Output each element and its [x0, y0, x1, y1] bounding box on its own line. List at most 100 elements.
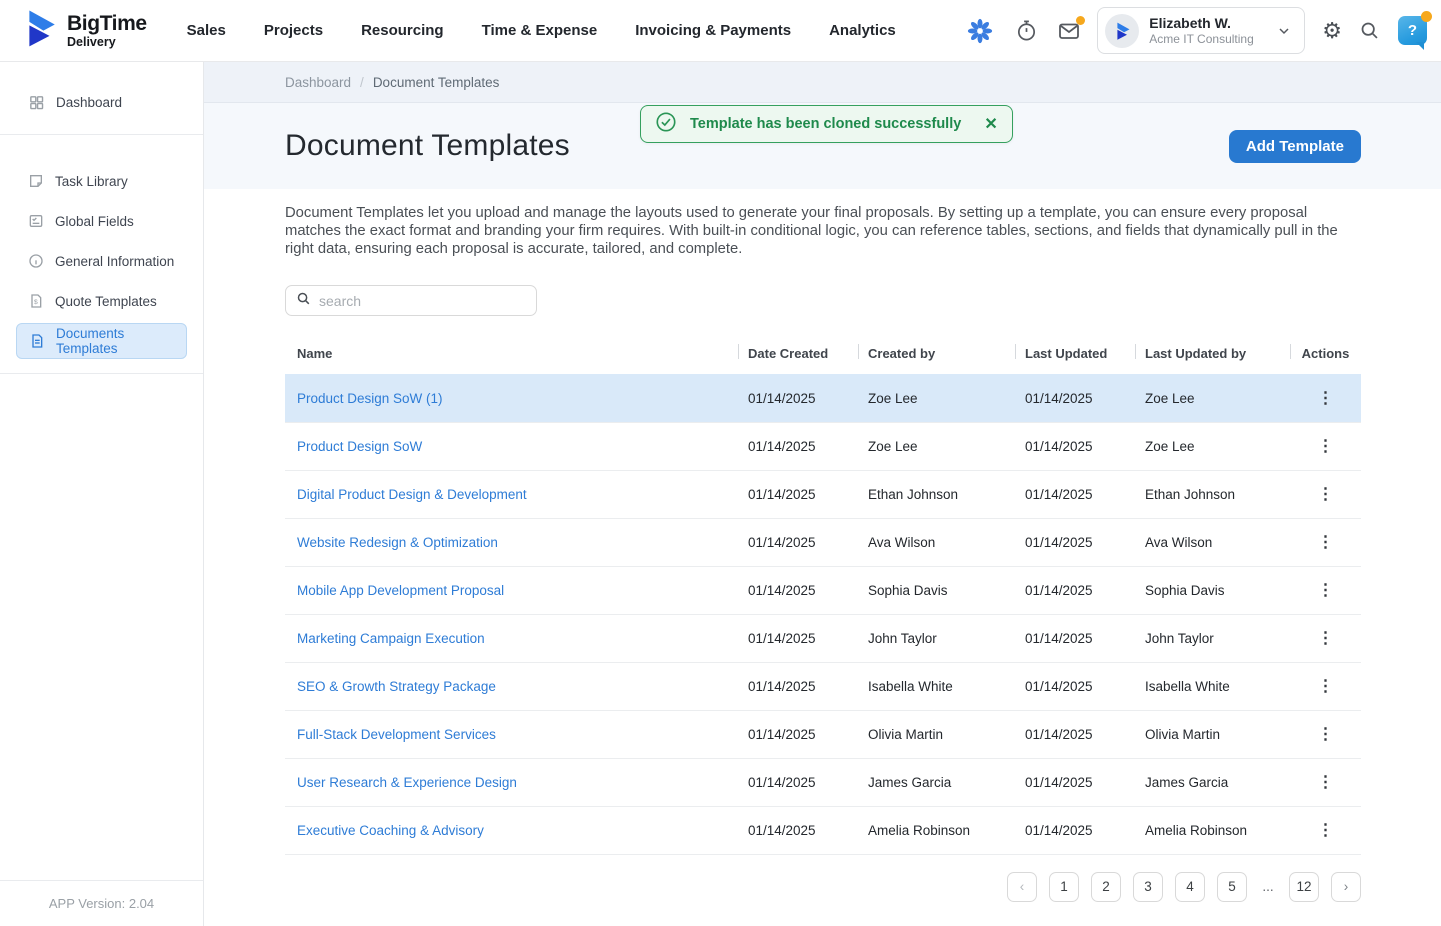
- sidebar-item-label: General Information: [55, 254, 174, 269]
- row-actions-kebab-icon[interactable]: ⋮: [1312, 386, 1340, 410]
- created-by-cell: Sophia Davis: [858, 566, 1015, 614]
- row-actions-kebab-icon[interactable]: ⋮: [1312, 578, 1340, 602]
- search-input[interactable]: [319, 293, 526, 309]
- add-template-button[interactable]: Add Template: [1229, 130, 1361, 163]
- column-header-date-created[interactable]: Date Created: [738, 341, 858, 374]
- row-actions-kebab-icon[interactable]: ⋮: [1312, 818, 1340, 842]
- sidebar-item-label: Global Fields: [55, 214, 134, 229]
- template-name-link[interactable]: Product Design SoW (1): [297, 391, 443, 406]
- date-created-cell: 01/14/2025: [738, 710, 858, 758]
- last-updated-cell: 01/14/2025: [1015, 662, 1135, 710]
- row-actions-kebab-icon[interactable]: ⋮: [1312, 434, 1340, 458]
- created-by-cell: Ava Wilson: [858, 518, 1015, 566]
- template-name-link[interactable]: Product Design SoW: [297, 439, 422, 454]
- template-name-link[interactable]: Website Redesign & Optimization: [297, 535, 498, 550]
- nav-item-analytics[interactable]: Analytics: [829, 22, 896, 39]
- table-row: Digital Product Design & Development 01/…: [285, 470, 1361, 518]
- pagination-next-button[interactable]: ›: [1331, 872, 1361, 902]
- template-name-link[interactable]: Full-Stack Development Services: [297, 727, 496, 742]
- quote-document-icon: $: [28, 293, 44, 309]
- nav-item-resourcing[interactable]: Resourcing: [361, 22, 444, 39]
- table-row: User Research & Experience Design 01/14/…: [285, 758, 1361, 806]
- document-icon: [29, 333, 45, 349]
- pagination-page-2[interactable]: 2: [1091, 872, 1121, 902]
- sidebar-item-documents-templates[interactable]: Documents Templates: [16, 323, 187, 359]
- pagination-page-12[interactable]: 12: [1289, 872, 1319, 902]
- table-row: SEO & Growth Strategy Package 01/14/2025…: [285, 662, 1361, 710]
- settings-gear-icon[interactable]: ⚙: [1322, 20, 1342, 42]
- ai-sparkle-icon[interactable]: [967, 18, 993, 44]
- sidebar-item-general-information[interactable]: General Information: [0, 243, 203, 279]
- created-by-cell: John Taylor: [858, 614, 1015, 662]
- page-title: Document Templates: [285, 129, 570, 163]
- breadcrumb: Dashboard / Document Templates: [204, 62, 1441, 103]
- template-name-link[interactable]: Digital Product Design & Development: [297, 487, 527, 502]
- success-check-icon: [655, 111, 677, 138]
- timer-icon[interactable]: [1015, 19, 1038, 42]
- last-updated-cell: 01/14/2025: [1015, 470, 1135, 518]
- sidebar-item-task-library[interactable]: Task Library: [0, 163, 203, 199]
- svg-text:$: $: [34, 299, 38, 306]
- checklist-icon: [28, 213, 44, 229]
- table-row: Marketing Campaign Execution 01/14/2025 …: [285, 614, 1361, 662]
- help-question-icon: ?: [1408, 22, 1417, 39]
- row-actions-kebab-icon[interactable]: ⋮: [1312, 770, 1340, 794]
- pagination-page-5[interactable]: 5: [1217, 872, 1247, 902]
- pagination-page-1[interactable]: 1: [1049, 872, 1079, 902]
- last-updated-cell: 01/14/2025: [1015, 518, 1135, 566]
- table-header-row: Name Date Created Created by Last Update…: [285, 341, 1361, 374]
- info-circle-icon: [28, 253, 44, 269]
- column-header-created-by[interactable]: Created by: [858, 341, 1015, 374]
- nav-item-invoicing-payments[interactable]: Invoicing & Payments: [635, 22, 791, 39]
- pagination: ‹ 1 2 3 4 5 ... 12 ›: [285, 872, 1361, 902]
- column-header-name[interactable]: Name: [285, 341, 738, 374]
- bigtime-logo[interactable]: BigTime Delivery: [18, 7, 147, 54]
- pagination-prev-button[interactable]: ‹: [1007, 872, 1037, 902]
- user-account-menu[interactable]: Elizabeth W. Acme IT Consulting: [1097, 7, 1305, 54]
- breadcrumb-dashboard[interactable]: Dashboard: [285, 75, 351, 90]
- pagination-page-4[interactable]: 4: [1175, 872, 1205, 902]
- nav-item-sales[interactable]: Sales: [187, 22, 226, 39]
- last-updated-cell: 01/14/2025: [1015, 614, 1135, 662]
- last-updated-cell: 01/14/2025: [1015, 710, 1135, 758]
- row-actions-kebab-icon[interactable]: ⋮: [1312, 722, 1340, 746]
- last-updated-cell: 01/14/2025: [1015, 758, 1135, 806]
- nav-item-time-expense[interactable]: Time & Expense: [482, 22, 598, 39]
- column-header-last-updated[interactable]: Last Updated: [1015, 341, 1135, 374]
- last-updated-cell: 01/14/2025: [1015, 422, 1135, 470]
- toast-message: Template has been cloned successfully: [690, 116, 961, 132]
- row-actions-kebab-icon[interactable]: ⋮: [1312, 530, 1340, 554]
- row-actions-kebab-icon[interactable]: ⋮: [1312, 482, 1340, 506]
- row-actions-kebab-icon[interactable]: ⋮: [1312, 626, 1340, 650]
- table-row: Product Design SoW 01/14/2025 Zoe Lee 01…: [285, 422, 1361, 470]
- template-name-link[interactable]: User Research & Experience Design: [297, 775, 517, 790]
- template-name-link[interactable]: Executive Coaching & Advisory: [297, 823, 484, 838]
- template-name-link[interactable]: Marketing Campaign Execution: [297, 631, 485, 646]
- pagination-page-3[interactable]: 3: [1133, 872, 1163, 902]
- template-search: [285, 285, 537, 316]
- breadcrumb-separator: /: [360, 75, 364, 90]
- help-button[interactable]: ?: [1398, 16, 1427, 45]
- row-actions-kebab-icon[interactable]: ⋮: [1312, 674, 1340, 698]
- main-navigation: Sales Projects Resourcing Time & Expense…: [187, 22, 896, 39]
- template-name-link[interactable]: Mobile App Development Proposal: [297, 583, 504, 598]
- template-name-link[interactable]: SEO & Growth Strategy Package: [297, 679, 496, 694]
- sidebar-item-quote-templates[interactable]: $ Quote Templates: [0, 283, 203, 319]
- messages-icon[interactable]: [1057, 19, 1081, 43]
- last-updated-by-cell: Olivia Martin: [1135, 710, 1290, 758]
- created-by-cell: James Garcia: [858, 758, 1015, 806]
- created-by-cell: Amelia Robinson: [858, 806, 1015, 854]
- column-header-last-updated-by[interactable]: Last Updated by: [1135, 341, 1290, 374]
- nav-item-projects[interactable]: Projects: [264, 22, 323, 39]
- bigtime-logo-icon: [18, 7, 60, 54]
- sidebar-item-global-fields[interactable]: Global Fields: [0, 203, 203, 239]
- user-company: Acme IT Consulting: [1149, 33, 1254, 47]
- last-updated-by-cell: Ava Wilson: [1135, 518, 1290, 566]
- breadcrumb-current: Document Templates: [373, 75, 500, 90]
- global-search-icon[interactable]: [1359, 20, 1380, 41]
- note-icon: [28, 173, 44, 189]
- date-created-cell: 01/14/2025: [738, 566, 858, 614]
- sidebar-item-dashboard[interactable]: Dashboard: [0, 84, 203, 120]
- user-avatar: [1105, 14, 1139, 48]
- toast-close-icon[interactable]: ✕: [984, 114, 997, 134]
